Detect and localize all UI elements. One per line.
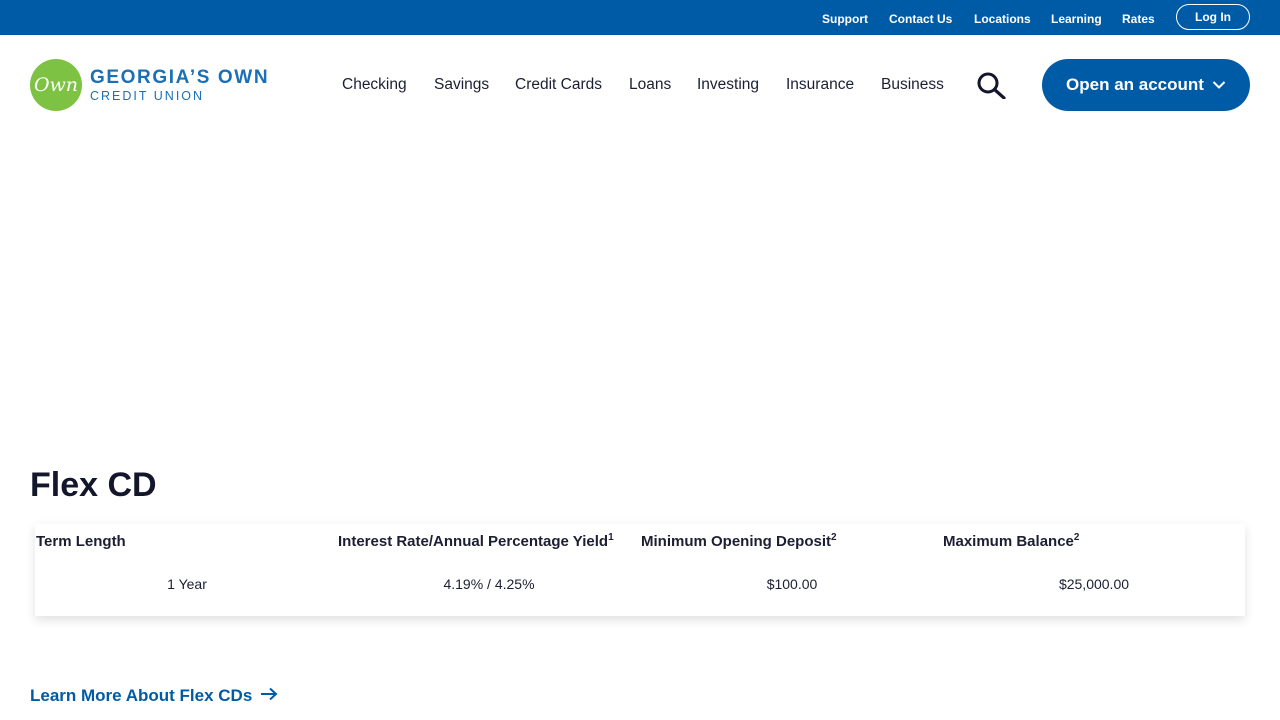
learn-more-label: Learn More About Flex CDs xyxy=(30,686,253,705)
header-label: Minimum Opening Deposit xyxy=(641,533,831,550)
nav-investing[interactable]: Investing xyxy=(697,76,759,94)
logo-text: GEORGIA’S OWN CREDIT UNION xyxy=(90,68,269,103)
rates-link[interactable]: Rates xyxy=(1122,12,1155,26)
footnote-marker: 2 xyxy=(1073,532,1080,543)
chevron-down-icon xyxy=(1212,75,1226,95)
column-header-maximum-balance: Maximum Balance2 xyxy=(943,532,1079,550)
cell-term-length: 1 Year xyxy=(167,576,207,592)
learn-more-link[interactable]: Learn More About Flex CDs xyxy=(30,686,278,706)
log-in-button[interactable]: Log In xyxy=(1176,4,1250,30)
support-link[interactable]: Support xyxy=(822,12,868,26)
nav-insurance[interactable]: Insurance xyxy=(786,76,854,94)
logo-line2: CREDIT UNION xyxy=(90,88,205,103)
utility-bar: Support Contact Us Locations Learning Ra… xyxy=(0,0,1280,35)
column-header-minimum-deposit: Minimum Opening Deposit2 xyxy=(641,532,837,550)
cell-minimum-deposit: $100.00 xyxy=(766,576,818,592)
search-icon[interactable] xyxy=(976,71,1008,100)
arrow-right-icon xyxy=(260,686,278,706)
nav-loans[interactable]: Loans xyxy=(629,76,671,94)
logo-line1: GEORGIA’S OWN xyxy=(90,66,270,88)
contact-us-link[interactable]: Contact Us xyxy=(889,12,952,26)
nav-credit-cards[interactable]: Credit Cards xyxy=(515,76,602,94)
footnote-marker: 1 xyxy=(608,532,614,543)
cell-maximum-balance: $25,000.00 xyxy=(1058,576,1130,592)
nav-checking[interactable]: Checking xyxy=(342,76,407,94)
logo-mark: Own xyxy=(30,59,82,111)
nav-business[interactable]: Business xyxy=(881,76,944,94)
nav-savings[interactable]: Savings xyxy=(434,76,489,94)
cell-interest-rate: 4.19% / 4.25% xyxy=(443,576,535,592)
footnote-marker: 2 xyxy=(831,532,837,543)
header-label: Maximum Balance xyxy=(943,533,1074,550)
open-account-label: Open an account xyxy=(1066,75,1204,94)
locations-link[interactable]: Locations xyxy=(974,12,1031,26)
column-header-term-length: Term Length xyxy=(36,532,126,550)
logo[interactable]: Own GEORGIA’S OWN CREDIT UNION xyxy=(30,59,269,111)
page-title: Flex CD xyxy=(30,466,157,504)
header-label: Term Length xyxy=(36,533,126,550)
learning-link[interactable]: Learning xyxy=(1051,12,1102,26)
header-label: Interest Rate/Annual Percentage Yield xyxy=(338,533,609,550)
open-account-button[interactable]: Open an account xyxy=(1042,59,1250,111)
column-header-interest-rate: Interest Rate/Annual Percentage Yield1 xyxy=(338,532,614,550)
